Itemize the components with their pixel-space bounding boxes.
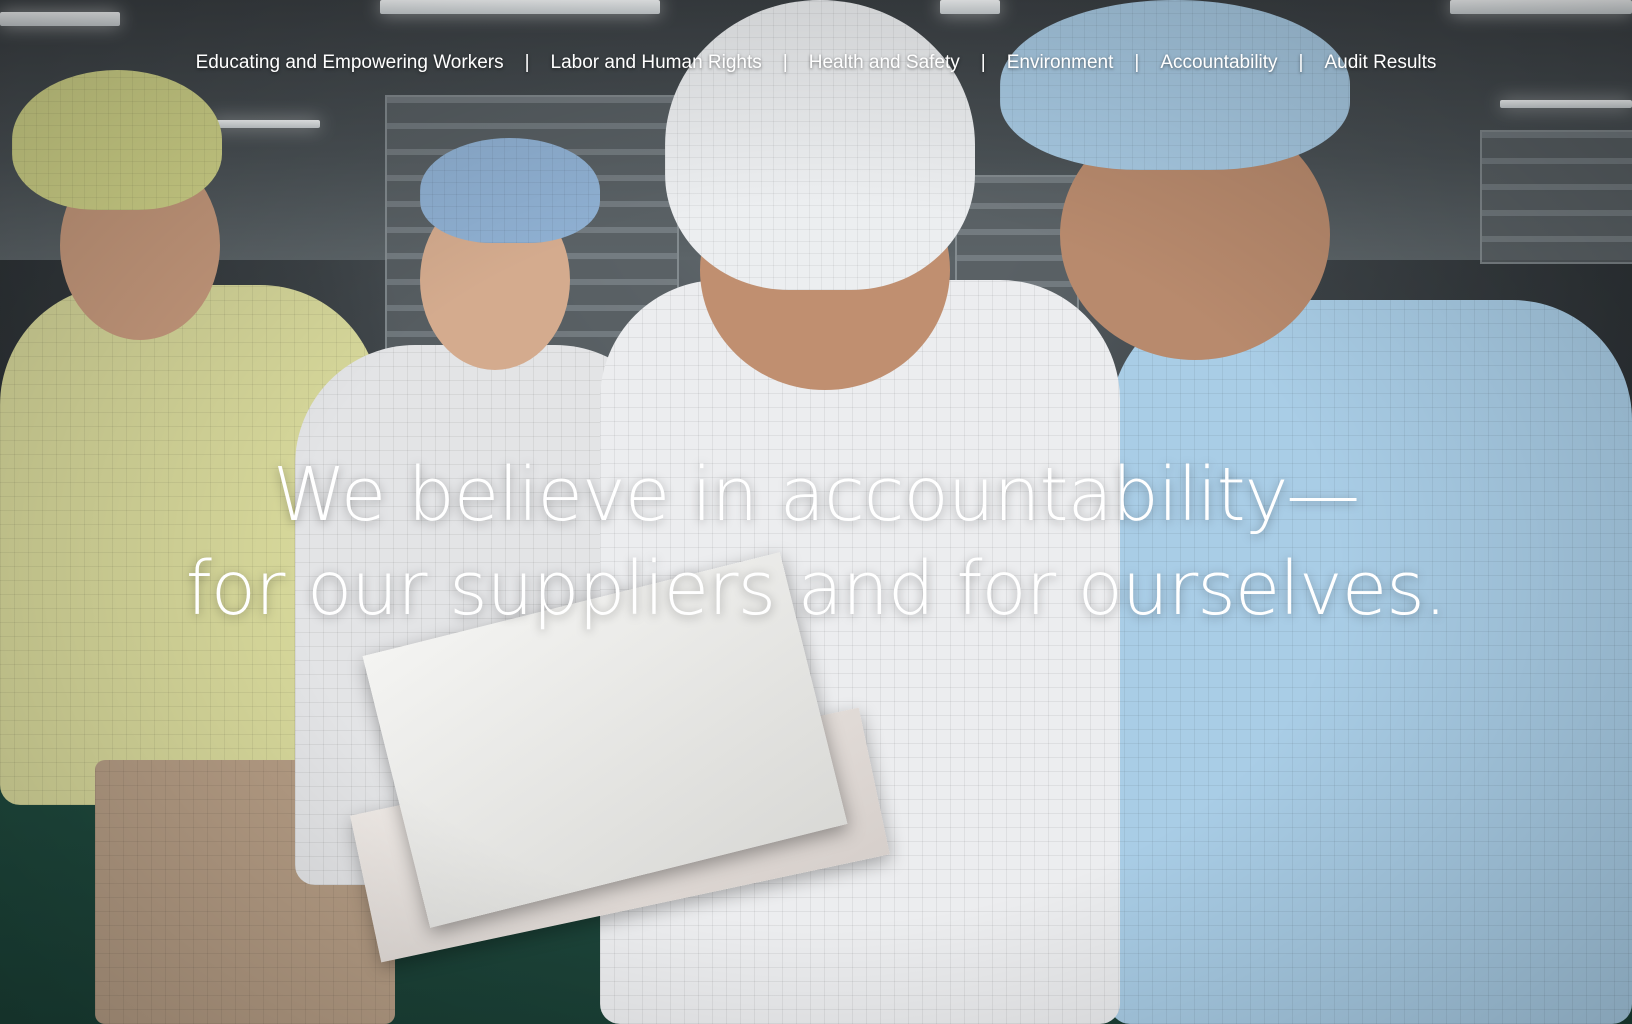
nav-separator: | (1298, 52, 1304, 73)
hero-headline: We believe in accountability— for our su… (0, 448, 1632, 636)
nav-link-labor-human-rights[interactable]: Labor and Human Rights (551, 52, 762, 74)
hero-section: Educating and Empowering Workers | Labor… (0, 0, 1632, 1024)
hero-headline-line-2: for our suppliers and for ourselves. (185, 546, 1448, 632)
section-nav: Educating and Empowering Workers | Labor… (0, 52, 1632, 74)
nav-link-health-safety[interactable]: Health and Safety (809, 52, 960, 74)
hero-headline-line-1: We believe in accountability— (272, 452, 1360, 538)
nav-link-accountability[interactable]: Accountability (1160, 52, 1277, 74)
nav-separator: | (524, 52, 530, 73)
nav-separator: | (1134, 52, 1140, 73)
nav-link-environment[interactable]: Environment (1007, 52, 1114, 74)
nav-link-audit-results[interactable]: Audit Results (1324, 52, 1436, 74)
nav-link-educating-empowering-workers[interactable]: Educating and Empowering Workers (196, 52, 504, 74)
nav-separator: | (980, 52, 986, 73)
nav-separator: | (782, 52, 788, 73)
